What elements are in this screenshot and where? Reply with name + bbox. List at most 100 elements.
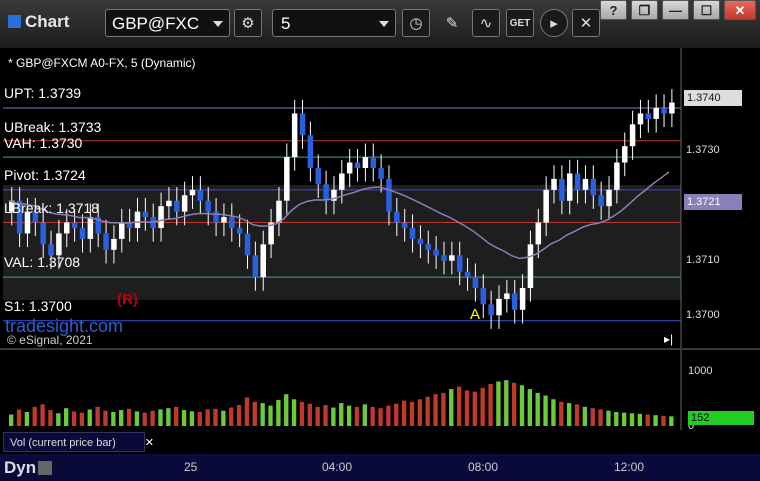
draw-button[interactable]: ✎ (438, 9, 466, 37)
price-tick: 1.3730 (686, 144, 720, 156)
volume-bar (244, 397, 250, 426)
mode-text: Dyn (4, 458, 37, 477)
volume-bar (362, 404, 367, 426)
volume-bar (56, 413, 61, 426)
volume-pane[interactable]: 1000 0 152 (0, 350, 760, 432)
volume-bar (64, 408, 69, 426)
volume-bar (32, 406, 37, 426)
interval-value: 5 (281, 14, 291, 33)
level-label-val: VAL: 1.3708 (4, 254, 81, 270)
volume-bar (189, 411, 195, 426)
candle-body (519, 288, 526, 310)
scroll-to-end-icon[interactable]: ▸| (664, 332, 673, 346)
close-icon: ✕ (579, 15, 593, 32)
volume-bar (276, 399, 281, 426)
play-button[interactable]: ▸ (540, 9, 568, 37)
chevron-down-icon[interactable] (213, 21, 223, 27)
volume-bar (103, 410, 108, 426)
toolbar: Chart GBP@FXC ⚙ 5 ◷ ✎ ∿ GET ▸ ✕ ? ❐ — ☐ … (0, 0, 760, 48)
candle-body (252, 255, 259, 278)
candle-body (621, 146, 628, 163)
volume-current-tag: 152 (688, 411, 754, 425)
candle-body (111, 238, 117, 250)
x-tick: 12:00 (614, 460, 645, 474)
time-axis[interactable] (0, 454, 760, 481)
candle-body (629, 124, 636, 147)
volume-bar (645, 414, 650, 426)
level-label-ubreak: UBreak: 1.3733 (4, 119, 102, 135)
candle-body (566, 173, 573, 201)
candle-body (40, 222, 46, 245)
dynamic-mode[interactable]: Dyn (4, 458, 53, 478)
volume-bar (236, 405, 242, 426)
candle-body (119, 222, 125, 239)
x-tick: 25 (184, 460, 198, 474)
volume-bar (582, 406, 588, 426)
candle-body (378, 168, 384, 179)
volume-bar (315, 406, 320, 426)
candle-body (354, 162, 361, 168)
studies-button[interactable]: ∿ (472, 9, 500, 37)
candle-body (299, 113, 306, 136)
line-chart-icon: ∿ (479, 15, 493, 32)
interval-input[interactable]: 5 (272, 9, 396, 37)
candle-body (386, 178, 392, 212)
candle-body (511, 293, 518, 310)
candle-body (284, 157, 290, 201)
settings-button[interactable]: ⚙ (234, 9, 262, 37)
candle-body (229, 217, 235, 228)
volume-svg (9, 350, 682, 430)
candle-body (409, 228, 416, 239)
candle-body (527, 244, 534, 288)
price-chart[interactable]: * GBP@FXCM A0-FX, 5 (Dynamic) UPT: 1.373… (0, 48, 760, 348)
volume-bar (354, 406, 360, 426)
candle-body (417, 238, 424, 245)
candle-body (87, 217, 94, 239)
volume-bar (488, 384, 493, 426)
volume-bar (40, 404, 45, 426)
volume-bar (323, 405, 328, 426)
volume-bar (181, 410, 187, 426)
get-data-button[interactable]: GET (506, 9, 534, 37)
volume-bar (370, 406, 375, 426)
volume-bar (307, 403, 312, 426)
volume-bar (24, 412, 30, 426)
volume-bar (79, 412, 85, 426)
candle-body (166, 200, 172, 207)
candle-body (614, 162, 620, 190)
volume-bar (386, 405, 391, 426)
gear-icon: ⚙ (241, 15, 255, 32)
restore-button[interactable]: ❐ (631, 0, 658, 20)
mode-icon[interactable] (38, 461, 53, 475)
time-button[interactable]: ◷ (402, 9, 430, 37)
volume-bar (653, 415, 658, 426)
volume-label-text: Vol (current price bar) (10, 437, 116, 449)
volume-bar (559, 401, 564, 426)
candle-body (449, 255, 455, 261)
window-close-button[interactable]: ✕ (724, 0, 756, 20)
symbol-input[interactable]: GBP@FXC (105, 9, 230, 37)
volume-bar (378, 408, 383, 426)
candle-body (71, 222, 78, 228)
minimize-button[interactable]: — (662, 0, 689, 20)
candle-body (543, 189, 549, 223)
volume-bar (394, 403, 399, 426)
help-button[interactable]: ? (600, 0, 627, 20)
candle-body (637, 113, 644, 125)
close-icon[interactable]: ✕ (145, 433, 154, 453)
candle-body (645, 113, 652, 119)
level-label-vah: VAH: 1.3730 (4, 135, 83, 151)
x-tick: 04:00 (322, 460, 353, 474)
level-label-s1: S1: 1.3700 (4, 298, 72, 314)
maximize-button[interactable]: ☐ (693, 0, 720, 20)
chevron-down-icon[interactable] (379, 21, 389, 27)
volume-bar (661, 415, 666, 426)
candle-body (472, 277, 479, 288)
candle-body (669, 102, 675, 114)
volume-bar (197, 412, 202, 426)
volume-bar (590, 408, 595, 426)
candle-body (64, 222, 70, 234)
candle-body (205, 200, 211, 212)
volume-bar (339, 403, 344, 426)
volume-bar (637, 413, 643, 426)
